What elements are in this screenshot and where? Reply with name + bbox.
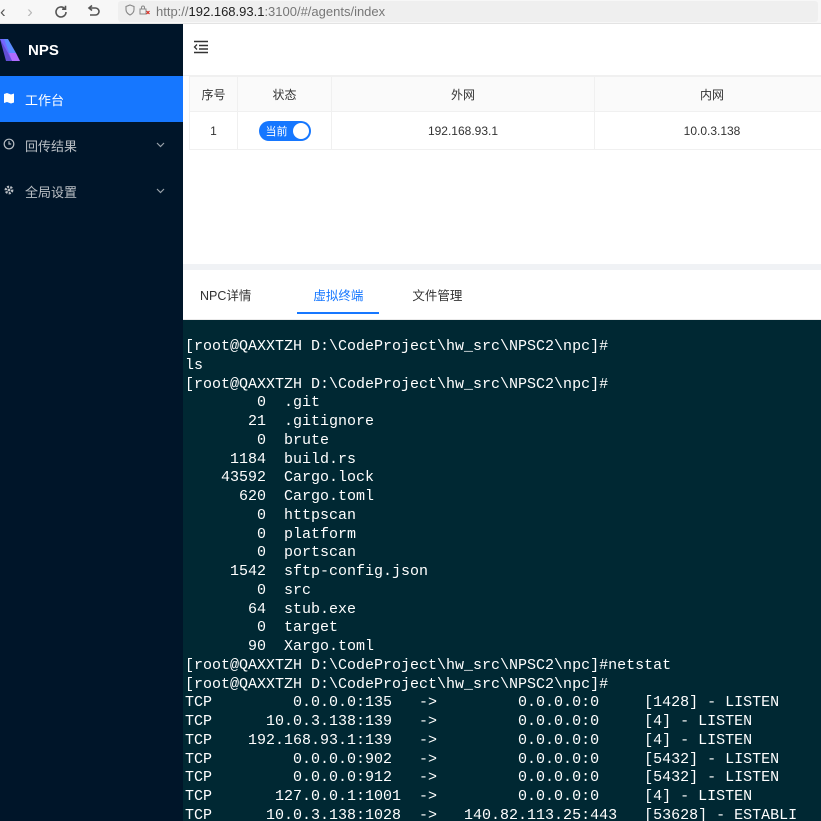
column-header-internal: 内网 [594, 76, 821, 112]
sidebar-item-label: 回传结果 [25, 138, 78, 154]
column-header-index: 序号 [189, 76, 238, 112]
terminal-line: [root@QAXXTZH D:\CodeProject\hw_src\NPSC… [185, 675, 609, 693]
terminal-line: 0 portscan [185, 544, 357, 562]
tab-npc-details[interactable]: NPC详情 [198, 278, 253, 312]
terminal-line: 620 Cargo.toml [185, 488, 375, 505]
browser-toolbar: ‹ › http://192.168.93.1:3100/#/agents/in… [0, 0, 821, 24]
terminal-line: 0 platform [185, 525, 357, 543]
shield-icon [124, 4, 136, 19]
row-external-ip: 192.168.93.1 [331, 111, 595, 150]
terminal-line: 0 httpscan [185, 506, 357, 524]
sidebar-item-results[interactable]: 回传结果 [0, 122, 183, 168]
toggle-knob [292, 122, 309, 139]
header [183, 24, 821, 76]
terminal-line: TCP 192.168.93.1:139 -> 0.0.0.0:0 [4] - … [185, 731, 753, 749]
address-bar[interactable]: http://192.168.93.1:3100/#/agents/index [118, 1, 818, 22]
tab-virtual-terminal[interactable]: 虚拟终端 [297, 278, 380, 314]
terminal-line: ls [185, 356, 204, 374]
tab-file-manager[interactable]: 文件管理 [410, 278, 464, 312]
terminal-line: [root@QAXXTZH D:\CodeProject\hw_src\NPSC… [185, 656, 672, 674]
url-text: http://192.168.93.1:3100/#/agents/index [156, 4, 386, 19]
main-content: 序号 状态 外网 内网 1 当前 192.168.93.1 10.0.3.138… [183, 24, 821, 821]
terminal-line: 1542 sftp-config.json [185, 563, 429, 580]
terminal-line: 43592 Cargo.lock [185, 469, 375, 487]
column-header-status: 状态 [237, 76, 332, 112]
gear-icon [2, 184, 16, 199]
terminal-line: TCP 10.0.3.138:1028 -> 140.82.113.25:443… [185, 806, 798, 821]
terminal-line: 1184 build.rs [185, 450, 357, 468]
terminal-line: 90 Xargo.toml [185, 638, 375, 655]
column-header-external: 外网 [331, 76, 595, 112]
terminal-output[interactable]: [root@QAXXTZH D:\CodeProject\hw_src\NPSC… [183, 320, 821, 821]
terminal-line: 21 .gitignore [185, 413, 375, 430]
terminal-line: [root@QAXXTZH D:\CodeProject\hw_src\NPSC… [185, 338, 609, 355]
sidebar-item-label: 全局设置 [25, 184, 78, 200]
sidebar-item-label: 工作台 [25, 92, 65, 108]
terminal-line: 0 src [185, 581, 312, 599]
sidebar-item-dashboard[interactable]: 工作台 [0, 76, 183, 122]
terminal-line: TCP 0.0.0.0:912 -> 0.0.0.0:0 [5432] - LI… [185, 769, 780, 787]
undo-icon[interactable] [78, 0, 108, 24]
terminal-line: [root@QAXXTZH D:\CodeProject\hw_src\NPSC… [185, 375, 609, 393]
forward-icon[interactable]: › [16, 0, 44, 24]
row-internal-ip: 10.0.3.138 [594, 111, 821, 150]
agents-table: 序号 状态 外网 内网 1 当前 192.168.93.1 10.0.3.138 [189, 76, 821, 150]
terminal-line: TCP 0.0.0.0:135 -> 0.0.0.0:0 [1428] - LI… [185, 694, 780, 712]
clock-icon [2, 138, 16, 153]
terminal-line: TCP 127.0.0.1:1001 -> 0.0.0.0:0 [4] - LI… [185, 788, 753, 805]
table-header-row: 序号 状态 外网 内网 [189, 76, 821, 112]
sidebar-item-settings[interactable]: 全局设置 [0, 168, 183, 214]
chevron-down-icon [156, 140, 165, 151]
terminal-line: 0 target [185, 619, 339, 637]
agents-table-panel: 序号 状态 外网 内网 1 当前 192.168.93.1 10.0.3.138 [183, 76, 821, 264]
lock-warning-icon [138, 4, 150, 19]
terminal-line: 0 .git [185, 394, 321, 412]
row-status: 当前 [237, 111, 332, 150]
detail-tabs: NPC详情 虚拟终端 文件管理 [183, 270, 821, 320]
nps-logo-icon [0, 39, 20, 61]
chevron-down-icon [156, 186, 165, 197]
back-icon[interactable]: ‹ [0, 0, 16, 24]
terminal-line: 0 brute [185, 431, 330, 449]
status-toggle[interactable]: 当前 [258, 120, 311, 141]
terminal-line: TCP 0.0.0.0:902 -> 0.0.0.0:0 [5432] - LI… [185, 750, 780, 768]
menu-fold-icon[interactable] [193, 40, 209, 59]
status-toggle-label: 当前 [265, 125, 288, 138]
map-icon [2, 92, 16, 107]
reload-icon[interactable] [44, 0, 78, 24]
sidebar: NPS 工作台 回传结果 全局设置 [0, 24, 183, 821]
terminal-line: TCP 10.0.3.138:139 -> 0.0.0.0:0 [4] - LI… [185, 713, 753, 730]
logo: NPS [0, 24, 183, 76]
row-index: 1 [189, 111, 238, 150]
terminal-line: 64 stub.exe [185, 600, 357, 618]
table-row[interactable]: 1 当前 192.168.93.1 10.0.3.138 [189, 111, 821, 150]
